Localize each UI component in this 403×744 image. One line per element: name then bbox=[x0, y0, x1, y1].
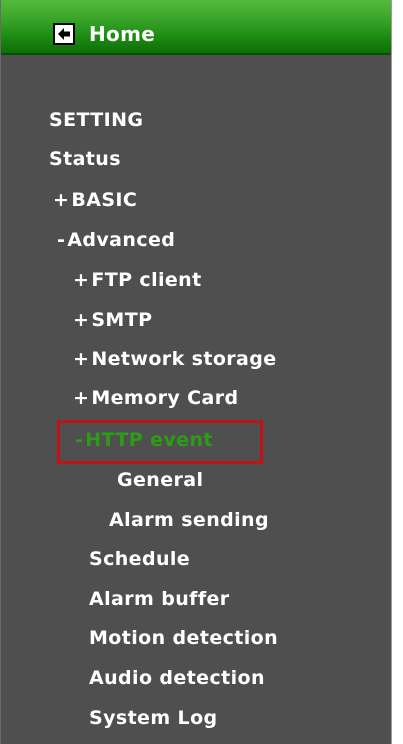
menu-item-system-log[interactable]: System Log bbox=[89, 706, 218, 730]
home-link[interactable]: Home bbox=[89, 22, 155, 46]
menu-item-label: Advanced bbox=[67, 229, 176, 251]
menu-item-alarm-sending[interactable]: Alarm sending bbox=[109, 508, 269, 532]
expand-icon: + bbox=[73, 309, 90, 331]
menu-item-network-storage[interactable]: + Network storage bbox=[73, 347, 277, 371]
menu-item-label: Memory Card bbox=[91, 387, 239, 409]
menu-item-audio-detection[interactable]: Audio detection bbox=[89, 666, 265, 690]
menu-item-advanced[interactable]: - Advanced bbox=[57, 228, 175, 252]
expand-icon: + bbox=[53, 189, 70, 211]
expand-icon: + bbox=[73, 387, 90, 409]
menu-item-smtp[interactable]: + SMTP bbox=[73, 308, 152, 332]
menu-item-motion-detection[interactable]: Motion detection bbox=[89, 626, 278, 650]
menu-item-ftp-client[interactable]: + FTP client bbox=[73, 268, 202, 292]
arrow-left-icon[interactable] bbox=[53, 23, 75, 45]
expand-icon: + bbox=[73, 348, 90, 370]
expand-icon: + bbox=[73, 269, 90, 291]
menu-item-alarm-buffer[interactable]: Alarm buffer bbox=[89, 587, 230, 611]
menu-heading-setting: SETTING bbox=[49, 109, 144, 131]
menu-item-general[interactable]: General bbox=[117, 468, 203, 492]
menu-item-label: SMTP bbox=[91, 309, 153, 331]
home-bar[interactable]: Home bbox=[1, 0, 391, 55]
collapse-icon: - bbox=[75, 429, 84, 451]
collapse-icon: - bbox=[57, 229, 66, 251]
sidebar-panel: Home SETTING Status + BASIC - Advanced + FT… bbox=[0, 0, 392, 744]
menu-item-label: HTTP event bbox=[85, 429, 213, 451]
menu-item-basic[interactable]: + BASIC bbox=[53, 188, 137, 212]
menu-item-label: BASIC bbox=[71, 189, 138, 211]
menu-item-label: FTP client bbox=[91, 269, 202, 291]
menu-item-schedule[interactable]: Schedule bbox=[89, 547, 190, 571]
menu-item-label: Network storage bbox=[91, 348, 277, 370]
menu-item-status[interactable]: Status bbox=[49, 147, 121, 171]
menu-item-http-event[interactable]: - HTTP event bbox=[75, 428, 213, 452]
menu-item-memory-card[interactable]: + Memory Card bbox=[73, 386, 238, 410]
